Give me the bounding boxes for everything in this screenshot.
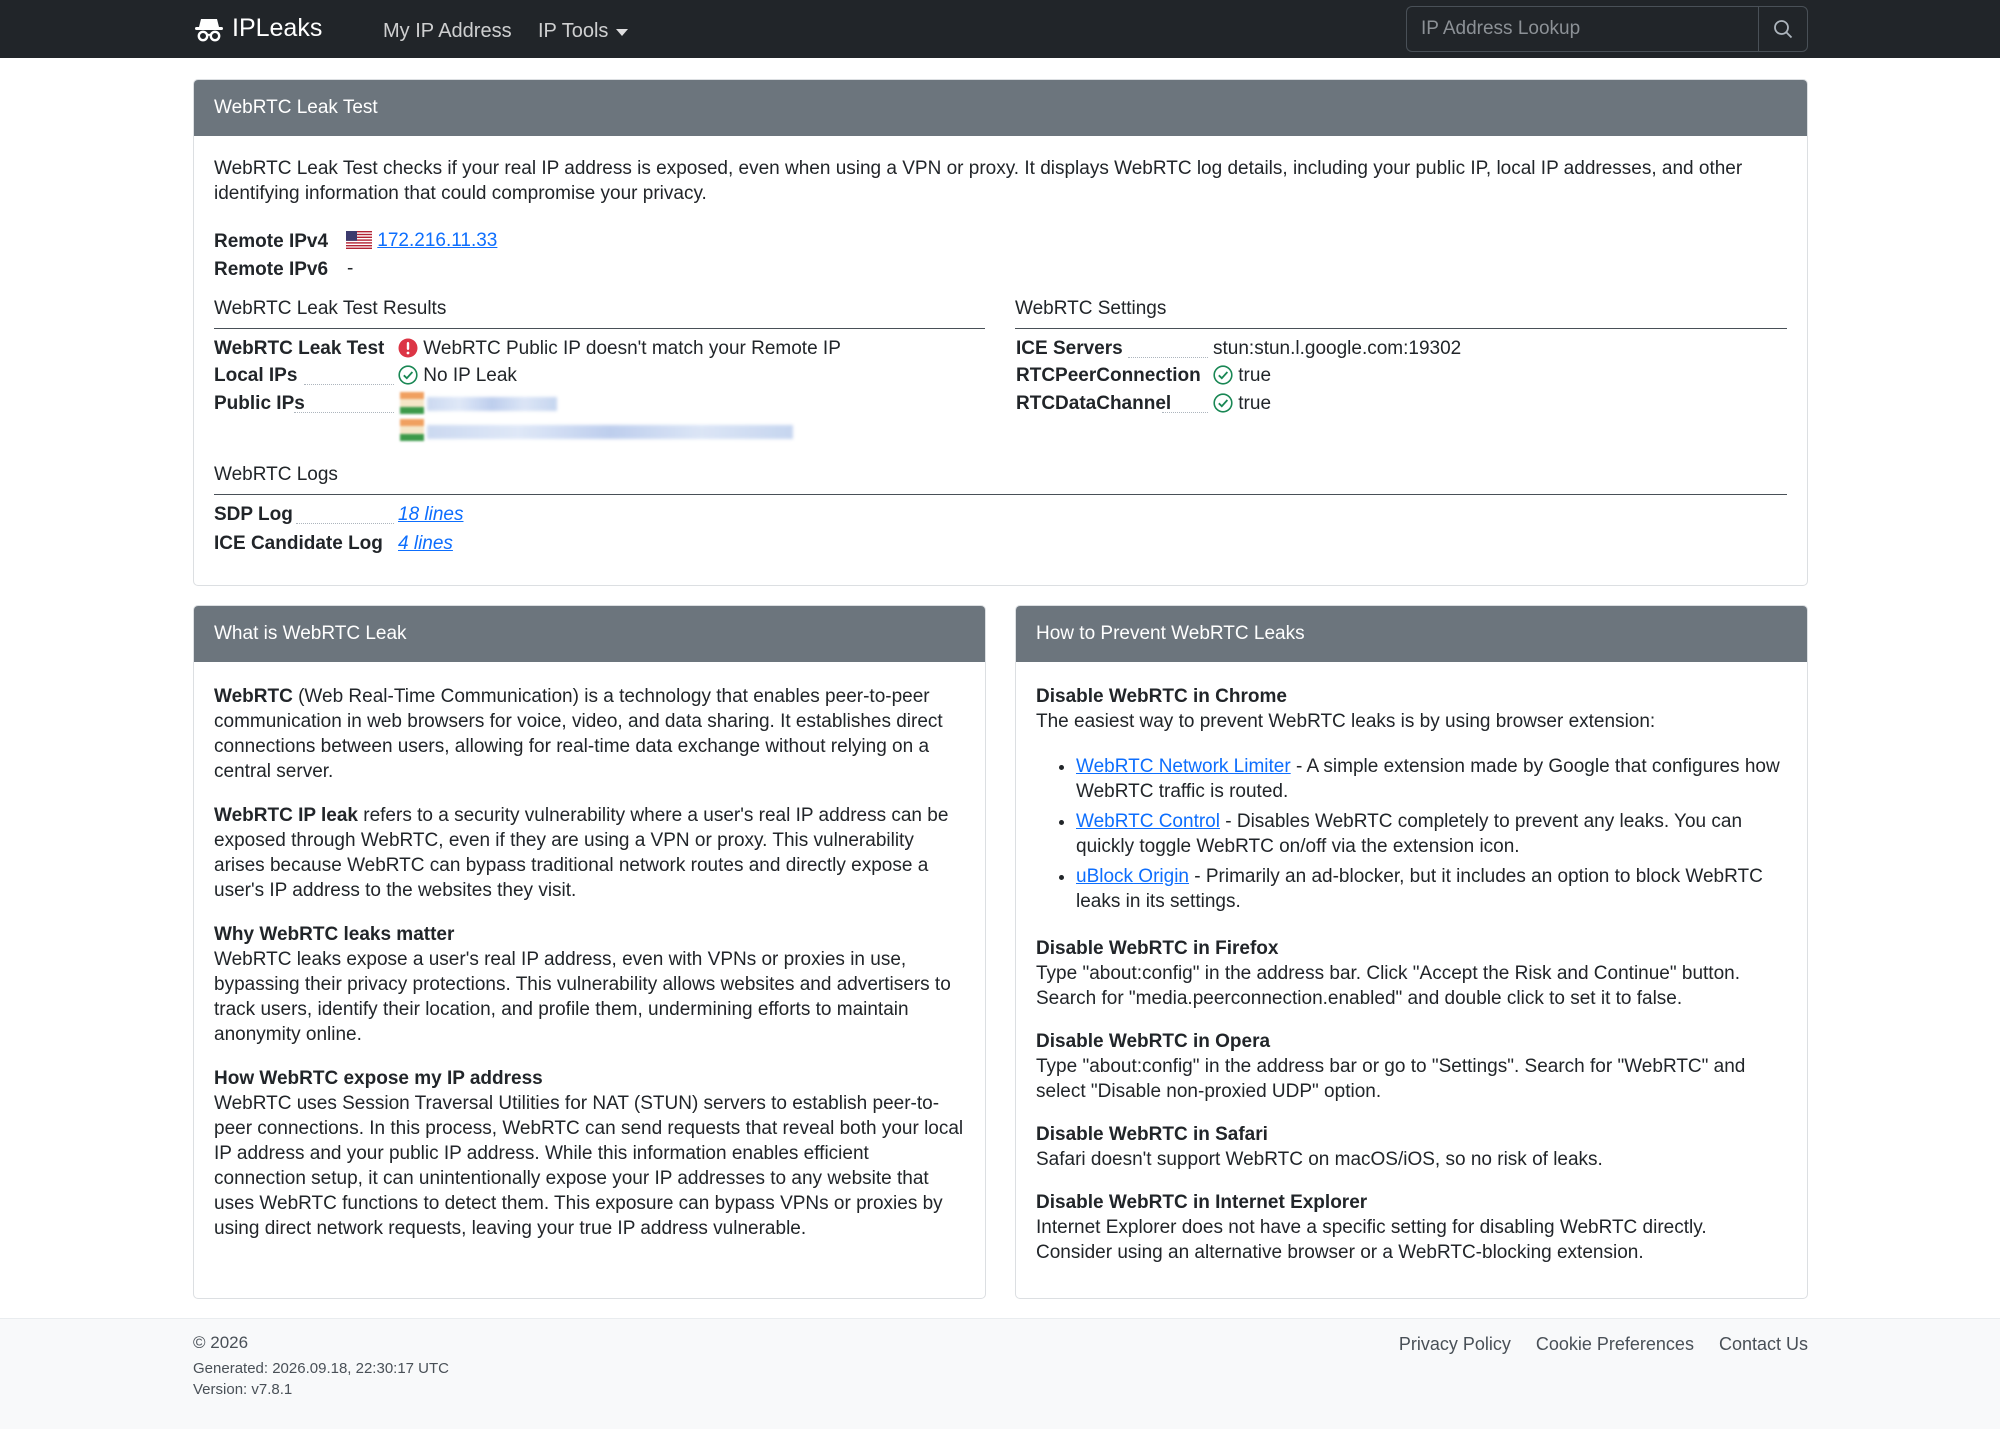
results-section-title: WebRTC Leak Test Results (214, 296, 985, 329)
ice-servers-value: stun:stun.l.google.com:19302 (1213, 338, 1462, 359)
webrtc-leak-test-card: WebRTC Leak Test WebRTC Leak Test checks… (193, 79, 1808, 586)
what-is-webrtc-leak-card: What is WebRTC Leak WebRTC (Web Real-Tim… (193, 605, 986, 1299)
paragraph-safari: Safari doesn't support WebRTC on macOS/i… (1036, 1149, 1603, 1170)
caret-down-icon (616, 29, 629, 36)
card-body: WebRTC (Web Real-Time Communication) is … (194, 662, 985, 1275)
card-header: WebRTC Leak Test (194, 80, 1807, 136)
ip-lookup-input[interactable] (1406, 6, 1758, 52)
rtcdatachannel-label: RTCDataChannel (1016, 393, 1172, 414)
remote-ipv4-label: Remote IPv4 (214, 231, 329, 252)
extension-list: WebRTC Network Limiter - A simple extens… (1076, 754, 1787, 914)
us-flag-icon (346, 231, 372, 249)
local-ips-value: No IP Leak (398, 363, 517, 389)
remote-ipv6-label: Remote IPv6 (214, 259, 329, 280)
card-body: WebRTC Leak Test checks if your real IP … (194, 136, 1807, 585)
heading-how-expose: How WebRTC expose my IP address (214, 1068, 543, 1089)
heading-internet-explorer: Disable WebRTC in Internet Explorer (1036, 1192, 1368, 1213)
remote-ipv4-value: 172.216.11.33 (346, 228, 497, 254)
generated-timestamp: Generated: 2026.09.18, 22:30:17 UTC (193, 1360, 450, 1377)
dotted-leader (304, 384, 394, 385)
card-header: What is WebRTC Leak (194, 606, 985, 662)
heading-why-leaks-matter: Why WebRTC leaks matter (214, 924, 455, 945)
exclamation-circle-icon (398, 338, 418, 358)
settings-section-title: WebRTC Settings (1015, 296, 1787, 329)
ice-servers-label: ICE Servers (1016, 338, 1123, 359)
link-webrtc-network-limiter[interactable]: WebRTC Network Limiter (1076, 756, 1291, 777)
paragraph-why: WebRTC leaks expose a user's real IP add… (214, 949, 951, 1045)
footer-links: Privacy Policy Cookie Preferences Contac… (1399, 1332, 1808, 1356)
check-circle-icon (1213, 393, 1233, 413)
search-icon (1774, 20, 1793, 39)
copyright: © 2026 (193, 1333, 249, 1352)
nav-ip-tools-dropdown[interactable]: IP Tools (538, 18, 629, 45)
paragraph-chrome: The easiest way to prevent WebRTC leaks … (1036, 711, 1656, 732)
how-to-prevent-card: How to Prevent WebRTC Leaks Disable WebR… (1015, 605, 1808, 1299)
leak-test-text: WebRTC Public IP doesn't match your Remo… (423, 338, 841, 359)
term-webrtc: WebRTC (214, 686, 293, 707)
redacted-public-ip (427, 397, 557, 411)
dotted-leader (1128, 357, 1208, 358)
rtcpeerconnection-label: RTCPeerConnection (1016, 365, 1201, 386)
heading-chrome: Disable WebRTC in Chrome (1036, 686, 1287, 707)
list-item: WebRTC Network Limiter - A simple extens… (1076, 754, 1787, 804)
leak-test-label: WebRTC Leak Test (214, 338, 385, 359)
footer-link-cookie-preferences[interactable]: Cookie Preferences (1536, 1332, 1694, 1356)
paragraph-firefox: Type "about:config" in the address bar. … (1036, 963, 1740, 1009)
paragraph-webrtc: WebRTC (Web Real-Time Communication) is … (214, 684, 965, 784)
public-ips-label: Public IPs (214, 393, 305, 414)
rtcdatachannel-value: true (1213, 391, 1271, 417)
nav-ip-tools-label: IP Tools (538, 20, 609, 42)
version: Version: v7.8.1 (193, 1381, 293, 1398)
paragraph-text: (Web Real-Time Communication) is a techn… (214, 686, 943, 782)
paragraph-opera: Type "about:config" in the address bar o… (1036, 1056, 1746, 1102)
paragraph-internet-explorer: Internet Explorer does not have a specif… (1036, 1217, 1707, 1263)
remote-ipv4-link[interactable]: 172.216.11.33 (377, 230, 497, 251)
dotted-leader (294, 412, 394, 413)
navbar: IPLeaks My IP Address IP Tools (0, 0, 2000, 58)
card-body: Disable WebRTC in Chrome The easiest way… (1016, 662, 1807, 1298)
remote-ipv6-value: - (347, 258, 354, 279)
ice-candidate-log-link[interactable]: 4 lines (398, 531, 453, 557)
link-webrtc-control[interactable]: WebRTC Control (1076, 811, 1220, 832)
local-ips-text: No IP Leak (423, 365, 517, 386)
link-ublock-origin[interactable]: uBlock Origin (1076, 866, 1189, 887)
dotted-leader (296, 523, 394, 524)
heading-firefox: Disable WebRTC in Firefox (1036, 938, 1279, 959)
card-header: How to Prevent WebRTC Leaks (1016, 606, 1807, 662)
paragraph-ip-leak: WebRTC IP leak refers to a security vuln… (214, 803, 965, 903)
sdp-log-label: SDP Log (214, 504, 293, 525)
list-item: WebRTC Control - Disables WebRTC complet… (1076, 809, 1787, 859)
check-circle-icon (398, 365, 418, 385)
search-button[interactable] (1758, 6, 1808, 52)
footer: © 2026 Generated: 2026.09.18, 22:30:17 U… (0, 1318, 2000, 1429)
redacted-flag-icon (400, 419, 424, 441)
term-ip-leak: WebRTC IP leak (214, 805, 358, 826)
nav-my-ip-address[interactable]: My IP Address (383, 18, 512, 45)
paragraph-how: WebRTC uses Session Traversal Utilities … (214, 1093, 964, 1239)
ice-candidate-log-label: ICE Candidate Log (214, 533, 383, 554)
leak-test-value: WebRTC Public IP doesn't match your Remo… (398, 336, 841, 362)
redacted-public-ip (427, 425, 793, 439)
rtcpeerconnection-text: true (1238, 365, 1272, 386)
brand-name: IPLeaks (232, 14, 323, 42)
logs-section-title: WebRTC Logs (214, 462, 1787, 495)
intro-text: WebRTC Leak Test checks if your real IP … (214, 158, 1743, 204)
check-circle-icon (1213, 365, 1233, 385)
dotted-leader (1162, 412, 1208, 413)
heading-safari: Disable WebRTC in Safari (1036, 1124, 1268, 1145)
list-item: uBlock Origin - Primarily an ad-blocker,… (1076, 864, 1787, 914)
footer-link-contact-us[interactable]: Contact Us (1719, 1332, 1808, 1356)
heading-opera: Disable WebRTC in Opera (1036, 1031, 1271, 1052)
sdp-log-link[interactable]: 18 lines (398, 502, 464, 528)
local-ips-label: Local IPs (214, 365, 298, 386)
rtcdatachannel-text: true (1238, 393, 1272, 414)
redacted-flag-icon (400, 392, 424, 414)
footer-link-privacy-policy[interactable]: Privacy Policy (1399, 1332, 1511, 1356)
ip-lookup-search (1406, 6, 1808, 52)
spy-icon (195, 18, 223, 42)
brand-logo[interactable]: IPLeaks (194, 12, 322, 46)
rtcpeerconnection-value: true (1213, 363, 1271, 389)
